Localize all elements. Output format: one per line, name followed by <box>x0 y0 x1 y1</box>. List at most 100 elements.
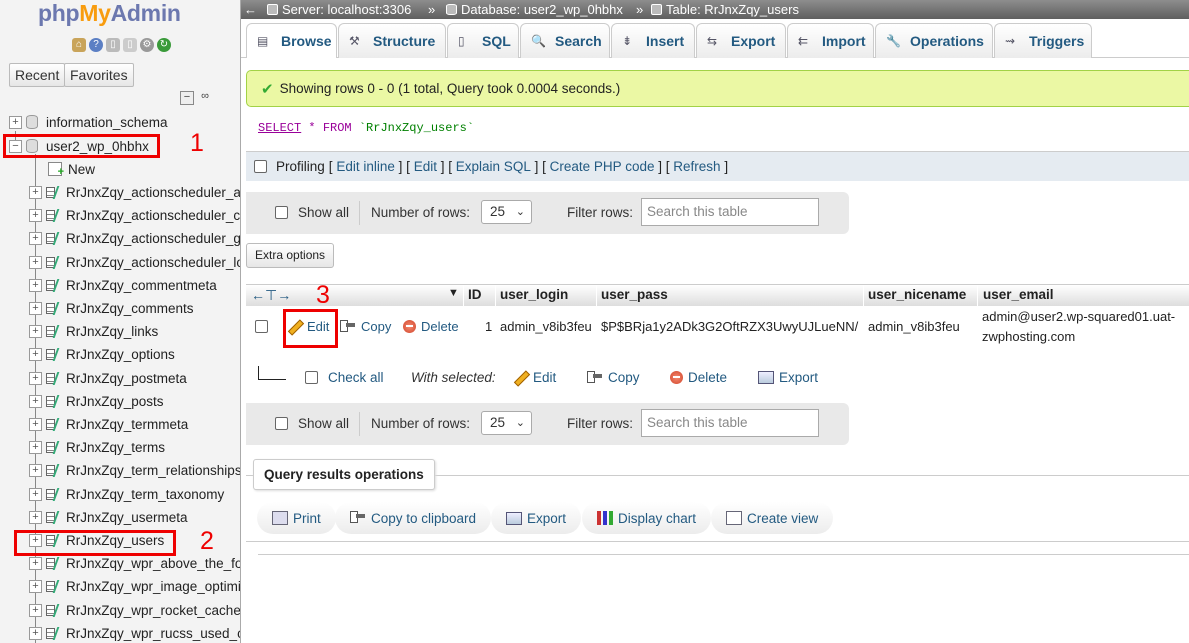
sidebar-table-item[interactable]: + RrJnxZqy_options <box>29 344 175 364</box>
sidebar-table-item[interactable]: + RrJnxZqy_links <box>29 321 158 341</box>
sidebar-table-item[interactable]: + RrJnxZqy_actionscheduler_cl <box>29 205 240 225</box>
expand-icon[interactable]: + <box>29 208 42 222</box>
extra-options-button[interactable]: Extra options <box>246 243 335 268</box>
tab-triggers[interactable]: ⇝ Triggers <box>994 23 1092 58</box>
show-all-label[interactable]: Show all <box>298 416 349 431</box>
expand-icon[interactable]: + <box>29 231 42 245</box>
breadcrumb-database[interactable]: Database: user2_wp_0hbhx <box>446 0 623 19</box>
edit-query-link[interactable]: Edit <box>414 159 437 174</box>
sidebar-table-item[interactable]: + RrJnxZqy_commentmeta <box>29 275 217 295</box>
db-item-information-schema[interactable]: + information_schema <box>9 112 168 132</box>
expand-icon[interactable]: + <box>29 440 42 454</box>
edit-inline-link[interactable]: Edit inline <box>336 159 395 174</box>
sidebar-table-item[interactable]: + RrJnxZqy_term_taxonomy <box>29 484 224 504</box>
sidebar-table-item[interactable]: + RrJnxZqy_wpr_rucss_used_c <box>29 623 240 643</box>
column-user-login[interactable]: user_login <box>500 287 568 302</box>
sidebar-table-item[interactable]: + RrJnxZqy_comments <box>29 298 194 318</box>
settings-icon[interactable]: ⚙ <box>140 38 154 52</box>
column-user-pass[interactable]: user_pass <box>601 287 668 302</box>
tab-operations[interactable]: 🔧 Operations <box>875 23 993 58</box>
sidebar-table-item[interactable]: + RrJnxZqy_wpr_image_optimi <box>29 576 240 596</box>
expand-icon[interactable]: + <box>29 301 42 315</box>
help-icon[interactable]: ? <box>89 38 103 52</box>
sidebar-table-item[interactable]: + RrJnxZqy_terms <box>29 437 165 457</box>
docs-icon[interactable]: ▯ <box>106 38 120 52</box>
sidebar-table-item[interactable]: + RrJnxZqy_actionscheduler_a <box>29 182 240 202</box>
sidebar-table-item[interactable]: + RrJnxZqy_wpr_rocket_cache <box>29 600 240 620</box>
explain-sql-link[interactable]: Explain SQL <box>456 159 531 174</box>
expand-icon[interactable]: + <box>29 510 42 524</box>
check-all-checkbox[interactable] <box>305 371 318 384</box>
sql-query-box[interactable]: SELECT * FROM `RrJnxZqy_users` <box>246 107 1189 151</box>
expand-icon[interactable]: + <box>29 278 42 292</box>
column-id[interactable]: ID <box>468 287 482 302</box>
home-icon[interactable]: ⌂ <box>72 38 86 52</box>
show-all-checkbox[interactable] <box>275 206 288 219</box>
show-all-label[interactable]: Show all <box>298 205 349 220</box>
bulk-edit-button[interactable]: Edit <box>514 370 556 385</box>
expand-icon[interactable]: + <box>29 579 42 593</box>
tab-search[interactable]: 🔍 Search <box>520 23 610 58</box>
row-checkbox[interactable] <box>255 320 268 333</box>
expand-icon[interactable]: + <box>29 324 42 338</box>
create-php-link[interactable]: Create PHP code <box>550 159 655 174</box>
display-chart-button[interactable]: Display chart <box>582 502 712 534</box>
expand-icon[interactable]: + <box>29 347 42 361</box>
copy-to-clipboard-button[interactable]: Copy to clipboard <box>335 502 492 534</box>
cell-id[interactable]: 1 <box>485 319 492 334</box>
tab-insert[interactable]: ⇟ Insert <box>611 23 695 58</box>
reload-icon[interactable]: ↻ <box>157 38 171 52</box>
expand-icon[interactable]: + <box>29 255 42 269</box>
bulk-export-button[interactable]: Export <box>758 370 818 385</box>
cell-user-email-line1[interactable]: admin@user2.wp-squared01.uat- <box>982 309 1175 324</box>
tab-export[interactable]: ⇆ Export <box>696 23 786 58</box>
row-copy-button[interactable]: Copy <box>340 319 391 334</box>
expand-icon[interactable]: + <box>29 556 42 570</box>
copy-doc-icon[interactable]: ▯ <box>123 38 137 52</box>
check-all-label[interactable]: Check all <box>328 370 384 385</box>
cell-user-nicename[interactable]: admin_v8ib3feu <box>868 319 960 334</box>
column-user-email[interactable]: user_email <box>983 287 1054 302</box>
tab-structure[interactable]: ⚒ Structure <box>338 23 446 58</box>
breadcrumb-server[interactable]: Server: localhost:3306 <box>267 0 411 19</box>
export-button[interactable]: Export <box>491 502 582 534</box>
expand-icon[interactable]: + <box>29 371 42 385</box>
filter-input[interactable]: Search this table <box>641 198 819 226</box>
show-all-checkbox[interactable] <box>275 417 288 430</box>
expand-icon[interactable]: + <box>29 487 42 501</box>
sidebar-table-item[interactable]: + RrJnxZqy_usermeta <box>29 507 188 527</box>
sort-dropdown-icon[interactable]: ▼ <box>448 287 459 299</box>
collapse-all-icon[interactable]: − <box>180 91 194 105</box>
profiling-checkbox[interactable] <box>254 160 267 173</box>
phpmyadmin-logo[interactable]: phpMyAdmin <box>38 0 181 27</box>
print-button[interactable]: Print <box>257 502 336 534</box>
column-resize-icon[interactable]: ←⊤→ <box>251 287 291 304</box>
expand-icon[interactable]: + <box>29 417 42 431</box>
back-arrow-icon[interactable]: ← <box>244 0 257 19</box>
row-delete-button[interactable]: Delete <box>403 319 459 334</box>
column-user-nicename[interactable]: user_nicename <box>868 287 966 302</box>
new-table-item[interactable]: + New <box>48 159 95 179</box>
bulk-copy-button[interactable]: Copy <box>587 370 640 385</box>
create-view-button[interactable]: Create view <box>711 502 834 534</box>
rows-select[interactable]: 25 ⌄ <box>481 200 532 224</box>
cell-user-pass[interactable]: $P$BRja1y2ADk3G2OftRZX3UwyUJLueNN/ <box>601 319 858 334</box>
sidebar-table-item[interactable]: + RrJnxZqy_wpr_above_the_fo <box>29 553 240 573</box>
rows-select[interactable]: 25 ⌄ <box>481 411 532 435</box>
expand-icon[interactable]: + <box>29 603 42 617</box>
sidebar-table-item[interactable]: + RrJnxZqy_termmeta <box>29 414 188 434</box>
expand-icon[interactable]: + <box>29 185 42 199</box>
link-icon[interactable]: ∞ <box>198 91 212 105</box>
sidebar-table-item[interactable]: + RrJnxZqy_term_relationships <box>29 460 240 480</box>
expand-icon[interactable]: + <box>29 463 42 477</box>
expand-icon[interactable]: + <box>29 626 42 640</box>
cell-user-email-line2[interactable]: zwphosting.com <box>982 329 1075 344</box>
sidebar-table-item[interactable]: + RrJnxZqy_actionscheduler_lo <box>29 252 240 272</box>
refresh-link[interactable]: Refresh <box>673 159 720 174</box>
sidebar-table-item[interactable]: + RrJnxZqy_postmeta <box>29 368 187 388</box>
favorites-button[interactable]: Favorites <box>64 63 134 87</box>
tab-import[interactable]: ⇇ Import <box>787 23 874 58</box>
tab-browse[interactable]: ▤ Browse <box>246 23 337 58</box>
tab-sql[interactable]: ▯ SQL <box>447 23 519 58</box>
expand-icon[interactable]: + <box>29 394 42 408</box>
